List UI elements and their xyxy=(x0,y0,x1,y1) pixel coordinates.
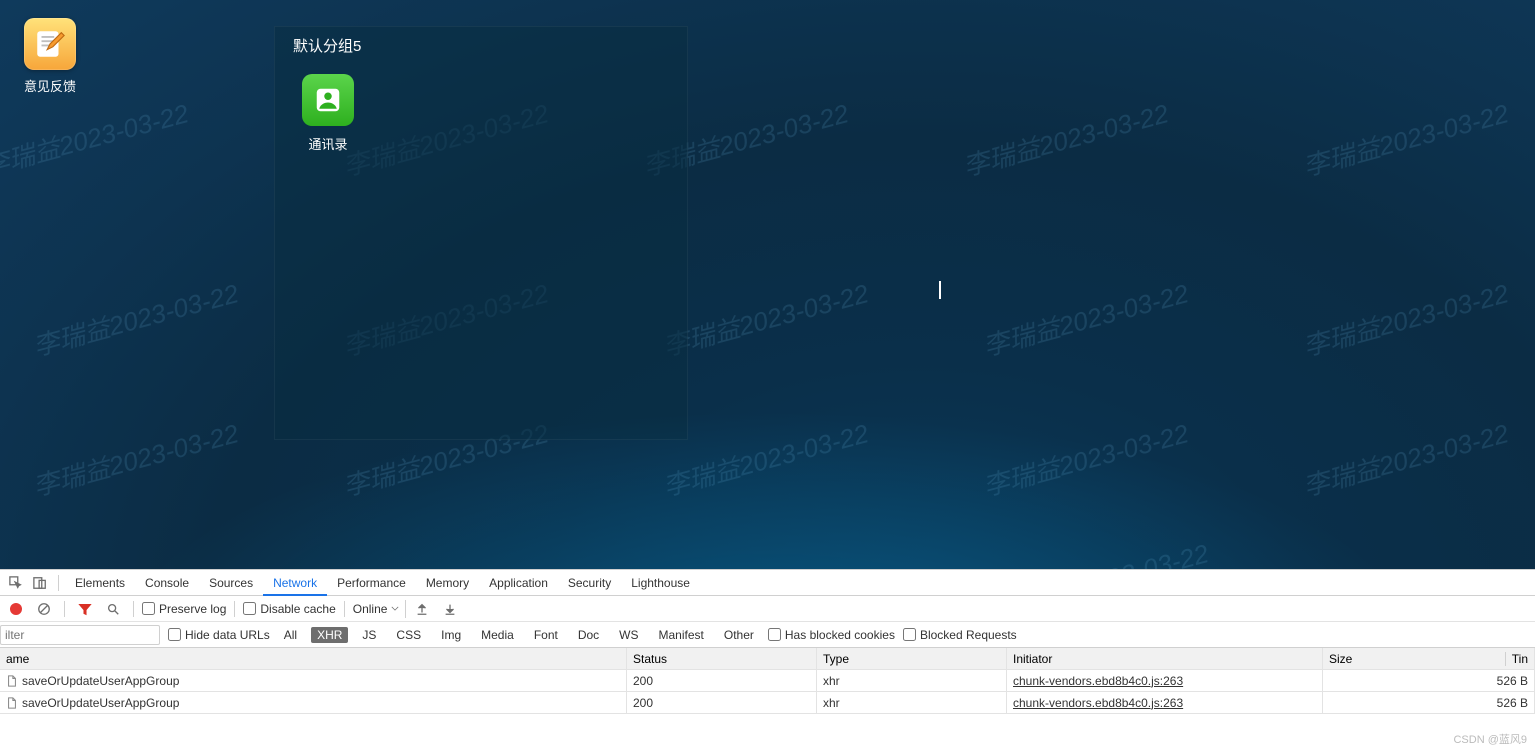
watermark-layer: 李瑞益2023-03-22 李瑞益2023-03-22 李瑞益2023-03-2… xyxy=(0,0,1535,569)
tab-elements[interactable]: Elements xyxy=(65,570,135,596)
desktop-area[interactable]: 李瑞益2023-03-22 李瑞益2023-03-22 李瑞益2023-03-2… xyxy=(0,0,1535,569)
pill-manifest[interactable]: Manifest xyxy=(653,627,710,643)
request-status: 200 xyxy=(627,670,817,692)
pill-js[interactable]: JS xyxy=(356,627,382,643)
filter-input[interactable] xyxy=(0,625,160,645)
preserve-log-checkbox[interactable]: Preserve log xyxy=(142,602,226,616)
text-cursor xyxy=(939,281,941,299)
devtools-tabbar: Elements Console Sources Network Perform… xyxy=(0,570,1535,596)
watermark-text: 李瑞益2023-03-22 xyxy=(1299,413,1512,503)
column-header-type[interactable]: Type xyxy=(817,648,1007,670)
tab-application[interactable]: Application xyxy=(479,570,558,596)
filter-icon[interactable] xyxy=(75,599,95,619)
separator xyxy=(58,575,59,591)
network-filterbar: Hide data URLs All XHR JS CSS Img Media … xyxy=(0,622,1535,648)
preserve-log-label: Preserve log xyxy=(159,602,226,616)
watermark-text: 李瑞益2023-03-22 xyxy=(29,273,242,363)
column-header-initiator[interactable]: Initiator xyxy=(1007,648,1323,670)
request-size: 526 B xyxy=(1323,670,1535,692)
separator xyxy=(234,601,235,617)
blocked-requests-checkbox[interactable]: Blocked Requests xyxy=(903,628,1017,642)
clear-icon[interactable] xyxy=(34,599,54,619)
record-button[interactable] xyxy=(6,599,26,619)
pill-other[interactable]: Other xyxy=(718,627,760,643)
has-blocked-cookies-checkbox[interactable]: Has blocked cookies xyxy=(768,628,895,642)
group-panel[interactable]: 默认分组5 通讯录 xyxy=(274,26,688,440)
request-initiator[interactable]: chunk-vendors.ebd8b4c0.js:263 xyxy=(1007,670,1323,692)
pill-media[interactable]: Media xyxy=(475,627,520,643)
tab-console[interactable]: Console xyxy=(135,570,199,596)
separator xyxy=(133,601,134,617)
request-type: xhr xyxy=(817,670,1007,692)
network-grid: ame Status Type Initiator SizeTin saveOr… xyxy=(0,648,1535,749)
request-size: 526 B xyxy=(1323,692,1535,714)
column-header-size[interactable]: SizeTin xyxy=(1323,648,1535,670)
hide-data-urls-label: Hide data URLs xyxy=(185,628,270,642)
watermark-text: 李瑞益2023-03-22 xyxy=(979,413,1192,503)
desktop-icon-label: 意见反馈 xyxy=(10,76,90,95)
hide-data-urls-checkbox[interactable]: Hide data URLs xyxy=(168,628,270,642)
request-name[interactable]: saveOrUpdateUserAppGroup xyxy=(0,692,627,714)
network-toolbar: Preserve log Disable cache Online xyxy=(0,596,1535,622)
tab-network[interactable]: Network xyxy=(263,570,327,596)
tab-sources[interactable]: Sources xyxy=(199,570,263,596)
feedback-icon xyxy=(24,18,76,70)
watermark-text: 李瑞益2023-03-22 xyxy=(999,533,1212,569)
blocked-requests-label: Blocked Requests xyxy=(920,628,1017,642)
pill-css[interactable]: CSS xyxy=(390,627,427,643)
request-status: 200 xyxy=(627,692,817,714)
request-name[interactable]: saveOrUpdateUserAppGroup xyxy=(0,670,627,692)
devtools-panel: Elements Console Sources Network Perform… xyxy=(0,569,1535,749)
pill-all[interactable]: All xyxy=(278,627,303,643)
group-item-contacts[interactable]: 通讯录 xyxy=(293,74,363,153)
pill-xhr[interactable]: XHR xyxy=(311,627,348,643)
separator xyxy=(64,601,65,617)
has-blocked-cookies-label: Has blocked cookies xyxy=(785,628,895,642)
watermark-text: 李瑞益2023-03-22 xyxy=(0,93,192,183)
watermark-text: 李瑞益2023-03-22 xyxy=(659,273,872,363)
chevron-down-icon xyxy=(391,606,399,611)
upload-icon[interactable] xyxy=(412,599,432,619)
pill-ws[interactable]: WS xyxy=(613,627,644,643)
watermark-text: 李瑞益2023-03-22 xyxy=(659,413,872,503)
request-initiator[interactable]: chunk-vendors.ebd8b4c0.js:263 xyxy=(1007,692,1323,714)
watermark-text: 李瑞益2023-03-22 xyxy=(979,273,1192,363)
column-header-name[interactable]: ame xyxy=(0,648,627,670)
tab-memory[interactable]: Memory xyxy=(416,570,479,596)
tab-security[interactable]: Security xyxy=(558,570,621,596)
pill-doc[interactable]: Doc xyxy=(572,627,605,643)
watermark-text: 李瑞益2023-03-22 xyxy=(29,413,242,503)
column-header-status[interactable]: Status xyxy=(627,648,817,670)
pill-img[interactable]: Img xyxy=(435,627,467,643)
watermark-text: 李瑞益2023-03-22 xyxy=(1299,273,1512,363)
disable-cache-label: Disable cache xyxy=(260,602,335,616)
pill-font[interactable]: Font xyxy=(528,627,564,643)
group-item-label: 通讯录 xyxy=(293,134,363,153)
watermark-text: 李瑞益2023-03-22 xyxy=(959,93,1172,183)
tab-performance[interactable]: Performance xyxy=(327,570,416,596)
desktop-icon-feedback[interactable]: 意见反馈 xyxy=(10,18,90,95)
search-icon[interactable] xyxy=(103,599,123,619)
contacts-icon xyxy=(302,74,354,126)
request-type: xhr xyxy=(817,692,1007,714)
group-panel-title: 默认分组5 xyxy=(275,27,687,56)
throttling-select[interactable]: Online xyxy=(353,600,407,618)
tab-lighthouse[interactable]: Lighthouse xyxy=(621,570,700,596)
inspect-element-icon[interactable] xyxy=(6,573,26,593)
throttling-label: Online xyxy=(353,602,388,616)
device-toggle-icon[interactable] xyxy=(30,573,50,593)
footer-attribution: CSDN @蓝风9 xyxy=(1453,731,1527,747)
download-icon[interactable] xyxy=(440,599,460,619)
watermark-text: 李瑞益2023-03-22 xyxy=(1299,93,1512,183)
disable-cache-checkbox[interactable]: Disable cache xyxy=(243,602,335,616)
separator xyxy=(344,601,345,617)
